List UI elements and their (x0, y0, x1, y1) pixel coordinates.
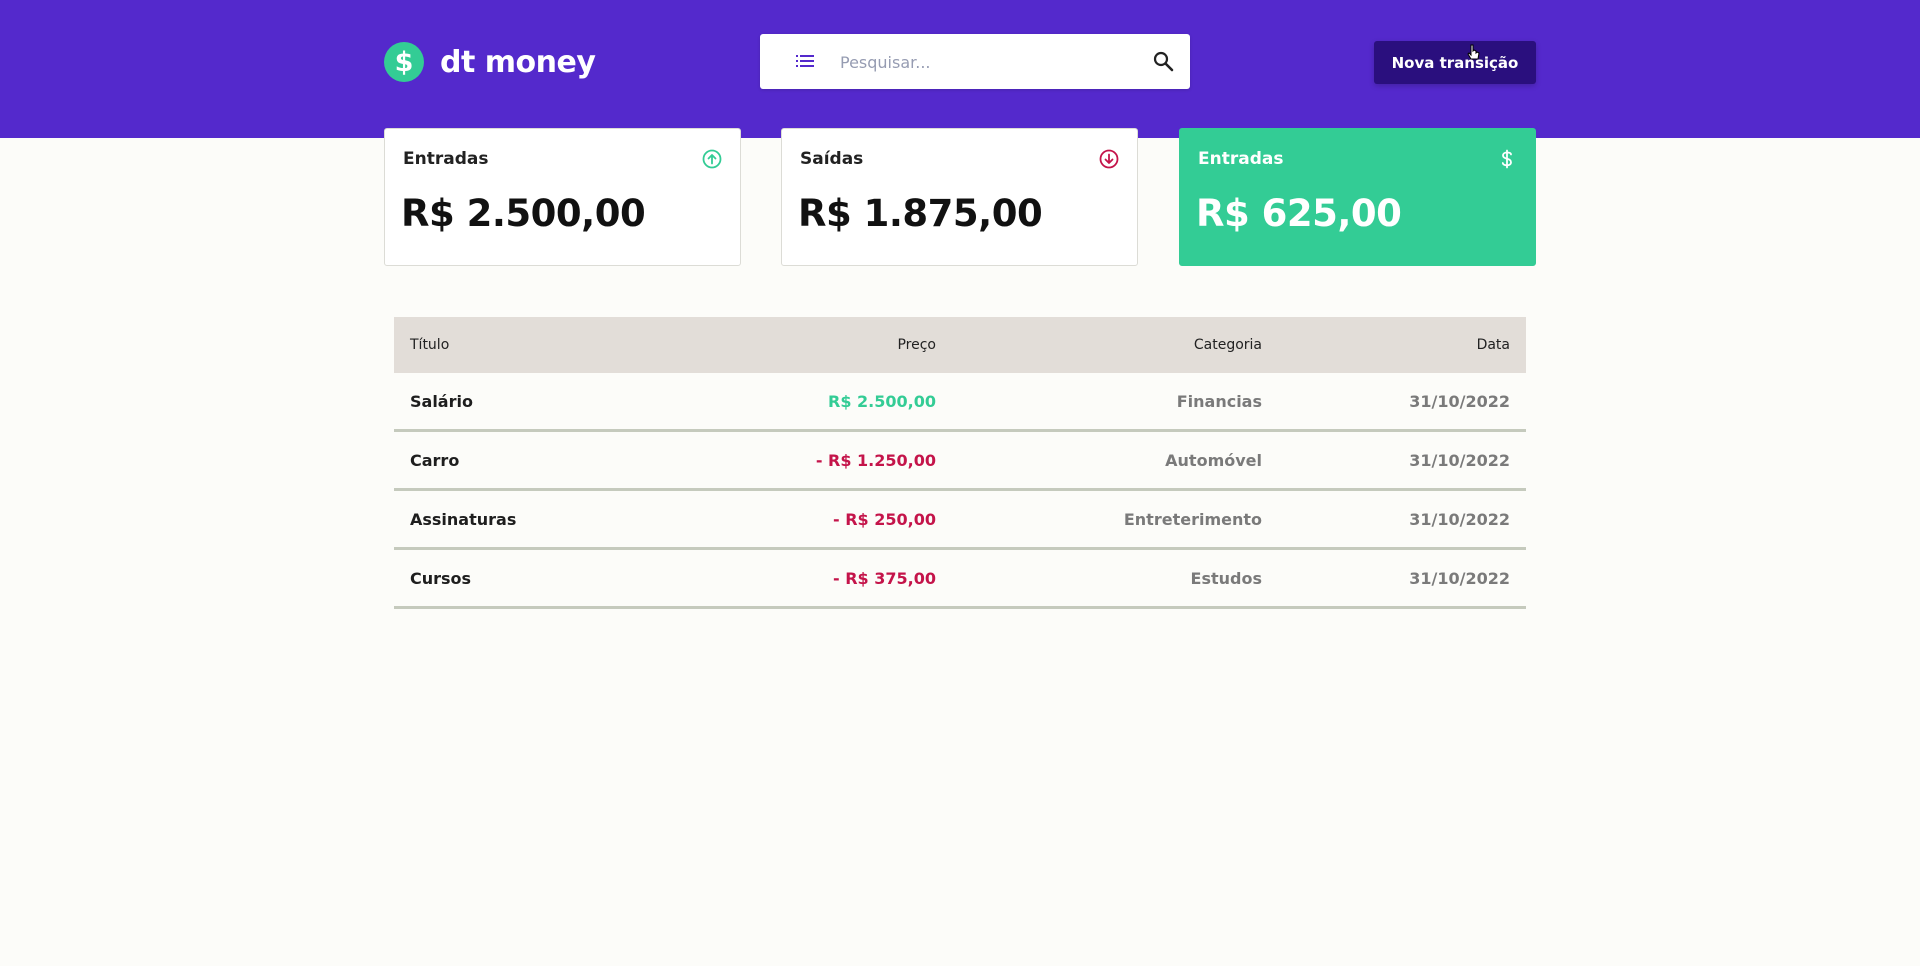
arrow-down-circle-icon (1099, 149, 1119, 169)
card-value: R$ 625,00 (1196, 192, 1402, 235)
card-value: R$ 2.500,00 (401, 192, 646, 235)
card-title: Entradas (403, 149, 489, 169)
row-category: Estudos (1190, 568, 1262, 588)
summary-card-income: Entradas R$ 2.500,00 (384, 128, 741, 266)
summary-card-outcome: Saídas R$ 1.875,00 (781, 128, 1138, 266)
app-name: dt money (440, 44, 596, 80)
card-title: Entradas (1198, 149, 1284, 169)
row-price: - R$ 375,00 (833, 568, 936, 588)
transactions-table: Título Preço Categoria Data Salário R$ 2… (394, 317, 1526, 609)
header-price: Preço (897, 337, 936, 353)
app-header: $ dt money Nova transição (0, 0, 1920, 138)
summary-card-total: Entradas R$ 625,00 (1179, 128, 1536, 266)
row-category: Automóvel (1165, 450, 1262, 470)
list-icon[interactable] (796, 54, 814, 68)
header-title: Título (410, 337, 450, 353)
row-date: 31/10/2022 (1409, 568, 1510, 588)
row-title: Carro (410, 450, 460, 470)
row-title: Cursos (410, 568, 472, 588)
search-bar (760, 34, 1190, 89)
row-price: - R$ 250,00 (833, 509, 936, 529)
row-date: 31/10/2022 (1409, 509, 1510, 529)
row-category: Financias (1176, 391, 1262, 411)
row-date: 31/10/2022 (1409, 450, 1510, 470)
row-price: R$ 2.500,00 (828, 391, 936, 411)
table-row: Cursos - R$ 375,00 Estudos 31/10/2022 (394, 550, 1526, 609)
new-transaction-button[interactable]: Nova transição (1374, 41, 1536, 84)
header-date: Data (1476, 337, 1510, 353)
arrow-up-circle-icon (702, 149, 722, 169)
table-row: Salário R$ 2.500,00 Financias 31/10/2022 (394, 373, 1526, 432)
card-value: R$ 1.875,00 (798, 192, 1043, 235)
dollar-icon (1501, 149, 1512, 169)
header-category: Categoria (1193, 337, 1262, 353)
table-header: Título Preço Categoria Data (394, 317, 1526, 373)
row-category: Entreterimento (1123, 509, 1262, 529)
row-price: - R$ 1.250,00 (815, 450, 936, 470)
table-row: Assinaturas - R$ 250,00 Entreterimento 3… (394, 491, 1526, 550)
table-row: Carro - R$ 1.250,00 Automóvel 31/10/2022 (394, 432, 1526, 491)
row-date: 31/10/2022 (1409, 391, 1510, 411)
row-title: Assinaturas (410, 509, 517, 529)
card-title: Saídas (800, 149, 864, 169)
row-title: Salário (410, 391, 473, 411)
search-input[interactable] (838, 48, 1138, 76)
logo: $ dt money (384, 42, 596, 82)
magnifier-icon[interactable] (1152, 50, 1174, 72)
dollar-logo-icon: $ (384, 42, 424, 82)
